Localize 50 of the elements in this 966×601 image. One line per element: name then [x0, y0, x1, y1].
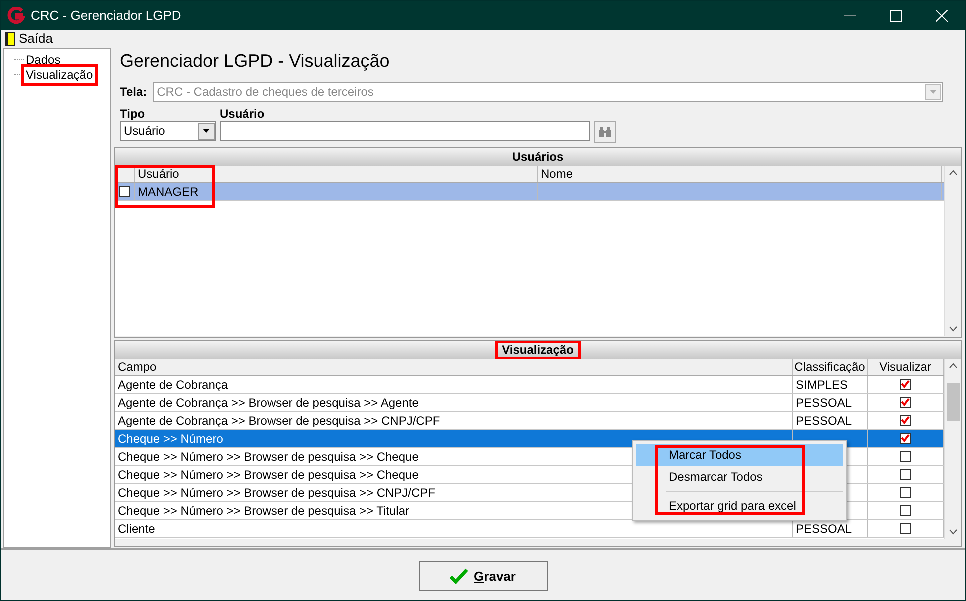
scrollbar[interactable] [944, 359, 961, 539]
minimize-icon [844, 14, 856, 16]
column-header[interactable]: Usuário [135, 166, 538, 182]
window-title: CRC - Gerenciador LGPD [31, 8, 182, 23]
column-header[interactable]: Nome [538, 166, 942, 182]
checkbox[interactable] [900, 415, 911, 426]
checkbox[interactable] [900, 379, 911, 390]
checkbox[interactable] [900, 487, 911, 498]
column-header[interactable]: Classificação [793, 359, 868, 375]
column-header[interactable]: Campo [115, 359, 793, 375]
door-icon [5, 32, 15, 46]
table-row[interactable]: Agente de Cobrança SIMPLES [115, 376, 944, 394]
checkbox[interactable] [119, 186, 130, 197]
table-cell: Agente de Cobrança [115, 376, 793, 393]
checkbox[interactable] [900, 397, 911, 408]
table-cell: Agente de Cobrança >> Browser de pesquisa >> Agente [115, 394, 793, 411]
field-label: Usuário [220, 107, 266, 121]
save-button[interactable]: Gravar [418, 561, 548, 591]
field-label: Tipo [120, 107, 146, 121]
section-title: Usuários [511, 150, 565, 164]
checkbox[interactable] [900, 469, 911, 480]
caret-icon [203, 129, 210, 133]
scroll-thumb[interactable] [946, 383, 960, 421]
checkbox[interactable] [900, 523, 911, 534]
tree-item[interactable]: Dados [25, 52, 62, 66]
checkmark-icon [450, 568, 468, 584]
table-cell: MANAGER [135, 183, 538, 200]
table-cell: PESSOAL [796, 522, 852, 536]
checkbox[interactable] [900, 451, 911, 462]
table-cell: PESSOAL [796, 414, 852, 428]
table-cell: SIMPLES [796, 378, 848, 392]
table-row[interactable]: MANAGER [115, 183, 944, 201]
table-cell: Agente de Cobrança >> Browser de pesquisa >> CNPJ/CPF [115, 412, 793, 429]
menu-item[interactable]: Saída [5, 31, 53, 46]
binoculars-icon [599, 127, 611, 137]
logo-icon [7, 6, 25, 24]
search-button[interactable] [594, 121, 616, 143]
checkbox[interactable] [900, 433, 911, 444]
user-input-field[interactable] [220, 121, 590, 141]
close-icon [936, 10, 948, 22]
checkbox[interactable] [900, 505, 911, 516]
type-dropdown[interactable]: Usuário [120, 121, 216, 141]
caret-icon [930, 90, 936, 94]
field-label: Tela: [120, 85, 148, 99]
scrollbar[interactable] [944, 166, 961, 336]
table-row[interactable]: Agente de Cobrança >> Browser de pesquisa >> Agente PESSOAL [115, 394, 944, 412]
page-title: Gerenciador LGPD - Visualização [120, 51, 391, 73]
section-title: Visualização [498, 343, 578, 357]
table-cell: PESSOAL [796, 396, 852, 410]
maximize-icon [890, 10, 902, 22]
